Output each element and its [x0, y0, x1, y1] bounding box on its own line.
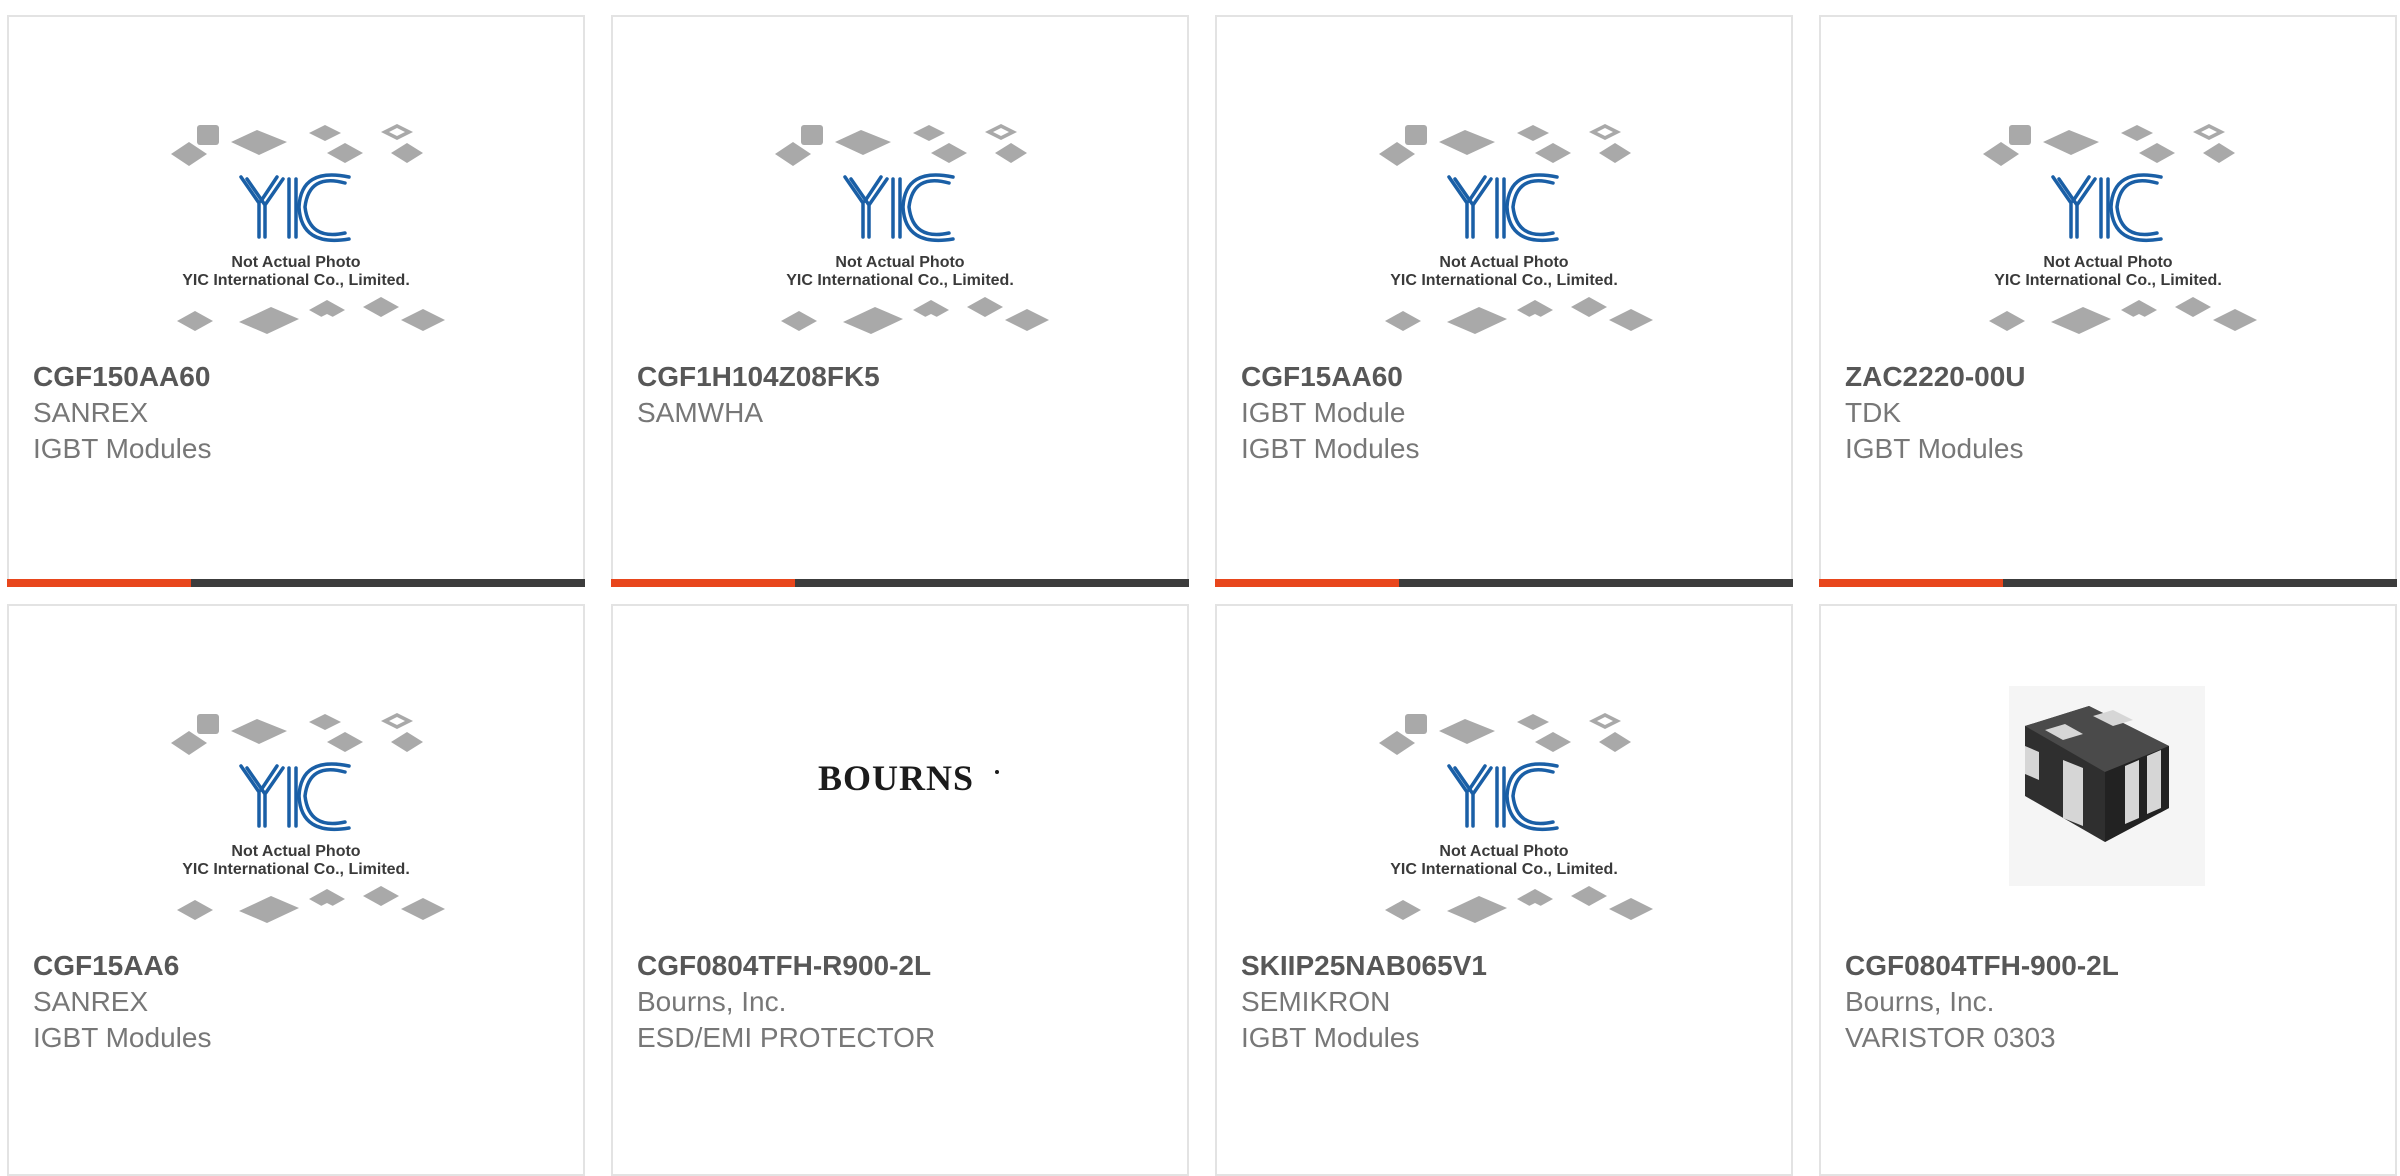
not-actual-photo-placeholder: Not Actual Photo YIC International Co., … [613, 97, 1187, 359]
part-number[interactable]: CGF1H104Z08FK5 [637, 359, 880, 395]
svg-text:Not Actual Photo: Not Actual Photo [1439, 843, 1568, 860]
product-card[interactable]: Not Actual Photo YIC International Co., … [7, 15, 585, 587]
chip-photo [1821, 686, 2395, 948]
part-number[interactable]: CGF15AA6 [33, 948, 179, 984]
product-card[interactable]: Not Actual Photo YIC International Co., … [611, 15, 1189, 587]
svg-text:YIC International Co., Limited: YIC International Co., Limited. [182, 861, 410, 878]
manufacturer: SEMIKRON [1241, 986, 1391, 1017]
part-number[interactable]: CGF15AA60 [1241, 359, 1403, 395]
product-card[interactable]: CGF0804TFH-900-2L Bourns, Inc. VARISTOR … [1819, 604, 2397, 1176]
manufacturer: SANREX [33, 397, 149, 428]
category: VARISTOR 0303 [1845, 1022, 2056, 1053]
not-actual-photo-placeholder: Not Actual Photo YIC International Co., … [1821, 97, 2395, 359]
part-number[interactable]: ZAC2220-00U [1845, 359, 2026, 395]
card-underline-accent [1215, 579, 1399, 587]
manufacturer: IGBT Module [1241, 397, 1406, 428]
product-card[interactable]: Not Actual Photo YIC International Co., … [1215, 604, 1793, 1176]
part-number[interactable]: CGF0804TFH-R900-2L [637, 948, 931, 984]
category: ESD/EMI PROTECTOR [637, 1022, 936, 1053]
product-card[interactable]: Not Actual Photo YIC International Co., … [7, 604, 585, 1176]
svg-text:Not Actual Photo: Not Actual Photo [231, 254, 360, 271]
not-actual-photo-placeholder: Not Actual Photo YIC International Co., … [1217, 686, 1791, 948]
manufacturer: TDK [1845, 397, 1901, 428]
manufacturer: SAMWHA [637, 397, 763, 428]
card-underline-bar [7, 579, 585, 587]
manufacturer: SANREX [33, 986, 149, 1017]
card-underline-accent [7, 579, 191, 587]
manufacturer: Bourns, Inc. [1845, 986, 1995, 1017]
svg-text:YIC International Co., Limited: YIC International Co., Limited. [182, 272, 410, 289]
card-underline-bar [1819, 579, 2397, 587]
svg-text:YIC International Co., Limited: YIC International Co., Limited. [1390, 861, 1618, 878]
bourns-logo: BOURNS [613, 686, 1187, 948]
card-underline-bar [1215, 579, 1793, 587]
svg-text:Not Actual Photo: Not Actual Photo [2043, 254, 2172, 271]
product-card[interactable]: Not Actual Photo YIC International Co., … [1819, 15, 2397, 587]
not-actual-photo-placeholder: Not Actual Photo YIC International Co., … [1217, 97, 1791, 359]
category: IGBT Modules [1241, 433, 1420, 464]
part-number[interactable]: CGF150AA60 [33, 359, 210, 395]
svg-text:Not Actual Photo: Not Actual Photo [231, 843, 360, 860]
part-number[interactable]: SKIIP25NAB065V1 [1241, 948, 1487, 984]
category: IGBT Modules [33, 433, 212, 464]
svg-text:YIC International Co., Limited: YIC International Co., Limited. [786, 272, 1014, 289]
not-actual-photo-placeholder: Not Actual Photo YIC International Co., … [9, 97, 583, 359]
product-grid: Not Actual Photo YIC International Co., … [0, 0, 2400, 1176]
part-number[interactable]: CGF0804TFH-900-2L [1845, 948, 2119, 984]
manufacturer: Bourns, Inc. [637, 986, 787, 1017]
svg-text:Not Actual Photo: Not Actual Photo [1439, 254, 1568, 271]
not-actual-photo-placeholder: Not Actual Photo YIC International Co., … [9, 686, 583, 948]
category: IGBT Modules [1241, 1022, 1420, 1053]
svg-text:Not Actual Photo: Not Actual Photo [835, 254, 964, 271]
svg-text:BOURNS: BOURNS [818, 758, 974, 798]
card-underline-bar [611, 579, 1189, 587]
category: IGBT Modules [33, 1022, 212, 1053]
svg-text:YIC International Co., Limited: YIC International Co., Limited. [1390, 272, 1618, 289]
product-card[interactable]: Not Actual Photo YIC International Co., … [1215, 15, 1793, 587]
card-underline-accent [611, 579, 795, 587]
product-card[interactable]: BOURNS CGF0804TFH-R900-2L Bourns, Inc. E… [611, 604, 1189, 1176]
svg-text:YIC International Co., Limited: YIC International Co., Limited. [1994, 272, 2222, 289]
card-underline-accent [1819, 579, 2003, 587]
category: IGBT Modules [1845, 433, 2024, 464]
